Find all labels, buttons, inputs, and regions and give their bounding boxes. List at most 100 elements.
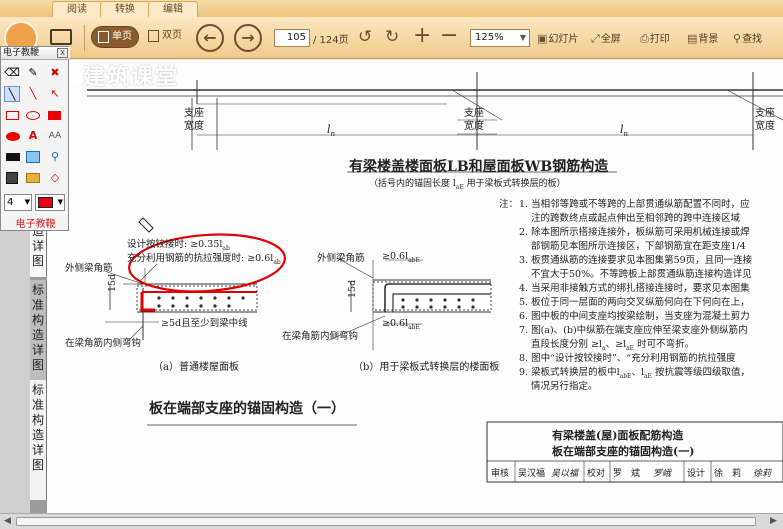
rectangle-filled-icon[interactable]: [48, 111, 61, 120]
rectangle-outline-icon[interactable]: [6, 111, 19, 120]
note-line: 部钢筋见本图所示连接区，下部钢筋宜在距支座1/4: [531, 241, 746, 252]
rotate-left-icon[interactable]: ↺: [358, 26, 372, 48]
save-icon[interactable]: [6, 172, 18, 184]
support-width-right: 宽度: [755, 121, 775, 132]
slideshow-label: 幻灯片: [548, 34, 579, 45]
watermark-text: 建筑课堂: [83, 65, 180, 90]
titleblock-line-2: 板在端部支座的锚固构造(一): [552, 445, 695, 458]
black-fill-icon[interactable]: [6, 153, 20, 161]
annotation-full-strength: 充分利用钢筋的抗拉强度时: ≥0.6lab: [127, 253, 281, 266]
support-width-mid: 宽度: [464, 121, 484, 132]
right-15d-label: 15d: [347, 279, 358, 298]
sign-signature-check: 罗峨: [653, 469, 672, 479]
prev-page-button[interactable]: ←: [196, 24, 224, 52]
double-page-button[interactable]: 双页: [142, 26, 188, 48]
note-line: 2. 除本图所示搭接连接外，板纵筋可采用机械连接或焊: [519, 227, 750, 238]
panel-title[interactable]: 电子教鞭 X: [1, 47, 70, 60]
printer-icon: ⎙: [640, 32, 649, 45]
background-icon: ▤: [687, 32, 698, 45]
left-inner-hook-label: 在梁角筋内侧弯钩: [65, 338, 142, 349]
search-button[interactable]: ⚲查找: [733, 30, 762, 45]
pointer-tool-panel: 电子教鞭 X ⌫ ✎ ✖ ╲ ╲ ↖ A AA ⚲ ◇ 4 ▼ ▼ 电子教鞭: [0, 46, 70, 231]
pdf-reader-window: 阅读 转换 编辑 单页 双页 ← → 105 / 124页 ↺ ↻ + − 12…: [0, 0, 783, 529]
scroll-left-icon[interactable]: ◀: [4, 516, 11, 526]
tab-edit[interactable]: 编辑: [148, 1, 198, 17]
note-line: 情况另行指定。: [531, 381, 598, 392]
sign-label-design: 设计: [687, 469, 706, 479]
double-page-icon: [148, 30, 159, 42]
section-title: 板在端部支座的锚固构造（一）: [149, 401, 345, 417]
zoom-value: 125%: [475, 32, 504, 43]
panel-footer-label: 电子教鞭: [15, 219, 56, 230]
arrow-right-icon: →: [241, 28, 255, 47]
text-font-icon[interactable]: AA: [47, 128, 63, 144]
bookmark-tab-2[interactable]: 标准构造详图: [30, 280, 47, 380]
horizontal-scrollbar[interactable]: ◀ ▶: [0, 513, 783, 529]
next-page-button[interactable]: →: [234, 24, 262, 52]
note-line: 6. 图中板的中间支座均按梁绘制，当支座为混凝土剪力: [519, 311, 750, 322]
open-folder-icon[interactable]: [26, 173, 40, 183]
bookmark-tab-3[interactable]: 标准构造详图: [30, 380, 47, 500]
caption-b: （b）用于梁板式转换层的楼面板: [353, 362, 500, 373]
single-page-button[interactable]: 单页: [91, 26, 139, 48]
pointer-line-icon[interactable]: ╲: [4, 86, 20, 102]
scrollbar-thumb[interactable]: [16, 517, 756, 526]
slideshow-button[interactable]: ▣幻灯片: [537, 30, 578, 45]
note-line: 不宜大于50%。不等跨板上部贯通纵筋连接构造详见: [531, 269, 752, 280]
eraser-shape-icon[interactable]: ◇: [47, 170, 63, 186]
print-button[interactable]: ⎙打印: [640, 30, 670, 46]
note-line: 5. 板位于同一层面的两向交叉纵筋何向在下何向在上，: [519, 297, 750, 308]
scroll-right-icon[interactable]: ▶: [770, 516, 777, 526]
fullscreen-label: 全屏: [600, 34, 621, 45]
main-toolbar: 单页 双页 ← → 105 / 124页 ↺ ↻ + − 125% ▼ ▣幻灯片…: [0, 17, 783, 59]
right-outer-corner-bar-label: 外侧梁角筋: [317, 253, 365, 264]
drawing-content: 支座 宽度 支座 宽度 支座 宽度 ln ln 有梁楼盖楼面板LB和屋面板WB钢…: [47, 60, 783, 513]
double-page-label: 双页: [162, 30, 182, 41]
tab-read[interactable]: 阅读: [52, 1, 102, 17]
page-number-input[interactable]: 105: [274, 29, 310, 47]
pen-icon[interactable]: ✎: [25, 65, 41, 81]
magnifier-icon[interactable]: ⚲: [47, 149, 63, 165]
zoom-out-icon[interactable]: −: [440, 25, 458, 47]
background-label: 背景: [698, 34, 719, 45]
slideshow-icon: ▣: [537, 32, 548, 45]
arrow-icon[interactable]: ↖: [47, 86, 63, 102]
zoom-select[interactable]: 125% ▼: [470, 29, 530, 47]
text-bold-icon[interactable]: A: [25, 128, 41, 144]
line-icon[interactable]: ╲: [25, 86, 41, 102]
close-icon[interactable]: X: [57, 48, 68, 58]
line-width-value: 4: [7, 197, 14, 208]
chevron-down-icon: ▼: [519, 33, 526, 42]
ribbon-tab-strip: 阅读 转换 编辑: [0, 0, 783, 17]
notes-label: 注：: [499, 199, 519, 210]
ellipse-filled-icon[interactable]: [6, 132, 20, 141]
eraser-icon[interactable]: ⌫: [4, 65, 20, 81]
right-inner-hook-label: 在梁角筋内侧弯钩: [282, 331, 359, 342]
screenshot-icon[interactable]: [26, 151, 40, 163]
page-total-label: / 124页: [313, 35, 349, 46]
search-icon: ⚲: [733, 32, 742, 45]
ellipse-outline-icon[interactable]: [26, 111, 40, 120]
note-line: 注的跨数终点或起点伸出至相邻跨的跨中连接区域: [531, 213, 741, 224]
sign-name-check: 罗 斌: [613, 469, 641, 479]
chevron-down-icon: ▼: [57, 198, 63, 206]
note-line: 7. 图(a)、(b)中纵筋在端支座应伸至梁支座外侧纵筋内: [519, 325, 748, 336]
drawing-main-title: 有梁楼盖楼面板LB和屋面板WB钢筋构造: [349, 159, 609, 175]
left-outer-corner-bar-label: 外侧梁角筋: [65, 263, 113, 274]
color-select[interactable]: ▼: [35, 194, 65, 211]
right-dimension-top: ≥0.6labE: [382, 251, 420, 264]
note-line: 8. 图中“设计按铰接时”、“充分利用钢筋的抗拉强度: [519, 353, 736, 364]
zoom-in-icon[interactable]: +: [413, 25, 431, 47]
open-folder-icon[interactable]: [50, 29, 72, 45]
print-label: 打印: [649, 34, 670, 45]
line-width-select[interactable]: 4 ▼: [4, 194, 32, 211]
fullscreen-button[interactable]: ⤢全屏: [591, 30, 621, 46]
caption-a: （a）普通楼屋面板: [153, 362, 239, 373]
background-button[interactable]: ▤背景: [687, 30, 718, 45]
note-line: 4. 当采用非接触方式的绑扎搭接连接时，要求见本图集: [519, 283, 750, 294]
clear-all-icon[interactable]: ✖: [47, 65, 63, 81]
search-label: 查找: [742, 34, 763, 45]
note-line: 1. 当相邻等跨或不等跨的上部贯通纵筋配置不同时，应: [519, 199, 750, 210]
tab-convert[interactable]: 转换: [100, 1, 150, 17]
rotate-right-icon[interactable]: ↻: [385, 26, 399, 48]
